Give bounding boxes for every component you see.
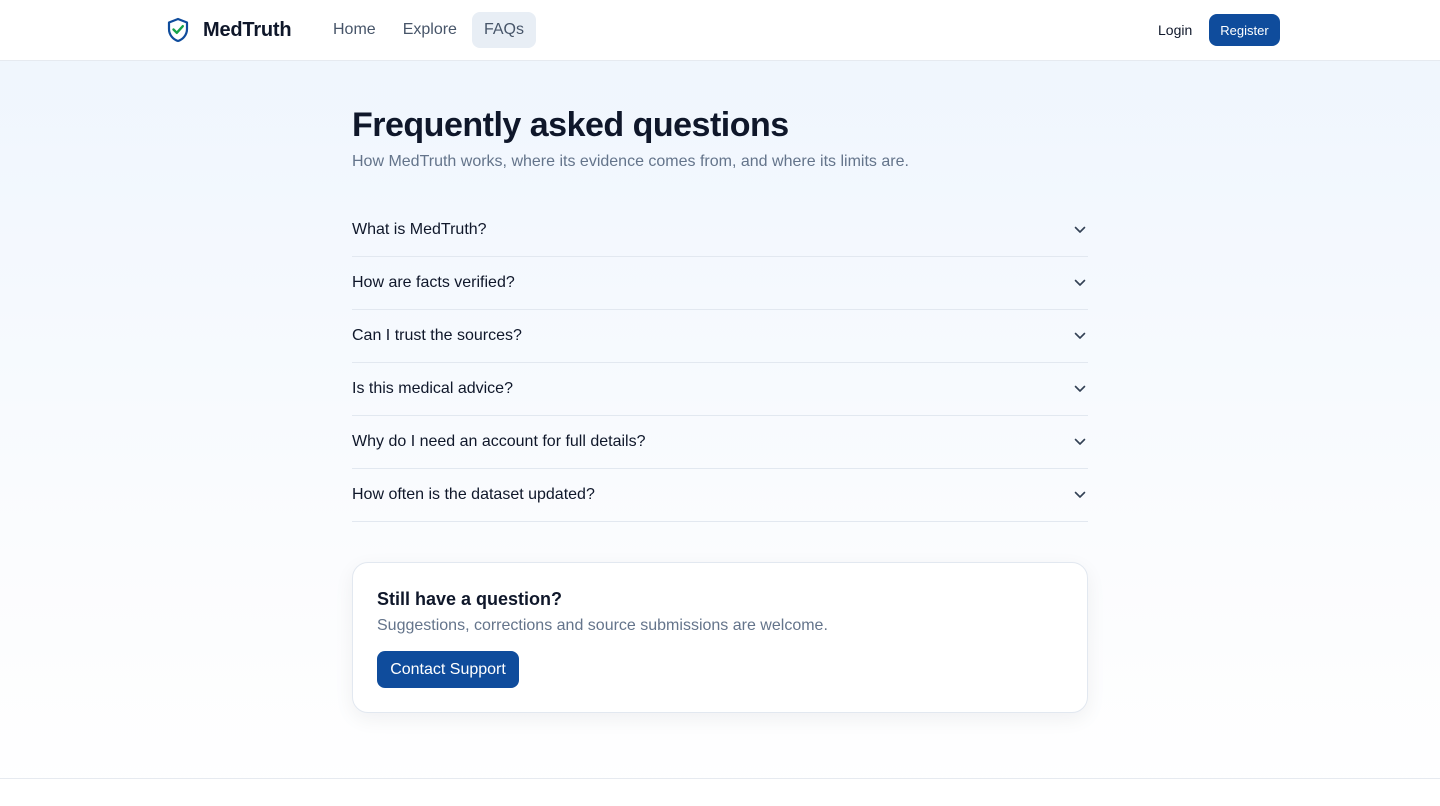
top-navbar: MedTruth Home Explore FAQs Login Registe… [0, 0, 1440, 61]
chevron-down-icon [1072, 487, 1088, 503]
chevron-down-icon [1072, 222, 1088, 238]
faq-item-what-is-medtruth[interactable]: What is MedTruth? [352, 204, 1088, 257]
login-link[interactable]: Login [1146, 14, 1204, 46]
faq-question: How are facts verified? [352, 274, 515, 291]
support-card: Still have a question? Suggestions, corr… [352, 562, 1088, 713]
nav-home[interactable]: Home [321, 12, 388, 48]
faq-question: Is this medical advice? [352, 380, 513, 397]
main-nav: Home Explore FAQs [321, 12, 539, 48]
footer-divider [0, 778, 1440, 806]
nav-faqs[interactable]: FAQs [471, 12, 536, 48]
faq-item-trust-sources[interactable]: Can I trust the sources? [352, 310, 1088, 363]
faq-item-dataset-updated[interactable]: How often is the dataset updated? [352, 469, 1088, 522]
brand-logo-link[interactable]: MedTruth [166, 16, 292, 44]
faq-question: Why do I need an account for full detail… [352, 433, 646, 450]
support-card-text: Suggestions, corrections and source subm… [377, 617, 828, 634]
register-button[interactable]: Register [1209, 14, 1280, 46]
faq-question: What is MedTruth? [352, 221, 487, 238]
faq-question: How often is the dataset updated? [352, 486, 595, 503]
shield-check-icon [166, 17, 190, 43]
faq-list: What is MedTruth? How are facts verified… [352, 204, 1088, 522]
chevron-down-icon [1072, 275, 1088, 291]
chevron-down-icon [1072, 328, 1088, 344]
chevron-down-icon [1072, 434, 1088, 450]
brand-name: MedTruth [203, 18, 292, 41]
support-card-title: Still have a question? [377, 589, 563, 609]
page-subtitle: How MedTruth works, where its evidence c… [352, 153, 909, 170]
nav-explore[interactable]: Explore [391, 12, 469, 48]
faq-item-facts-verified[interactable]: How are facts verified? [352, 257, 1088, 310]
contact-support-button[interactable]: Contact Support [377, 651, 519, 688]
page-title: Frequently asked questions [352, 106, 789, 144]
faq-item-account-details[interactable]: Why do I need an account for full detail… [352, 416, 1088, 469]
faq-question: Can I trust the sources? [352, 327, 522, 344]
faq-item-medical-advice[interactable]: Is this medical advice? [352, 363, 1088, 416]
chevron-down-icon [1072, 381, 1088, 397]
